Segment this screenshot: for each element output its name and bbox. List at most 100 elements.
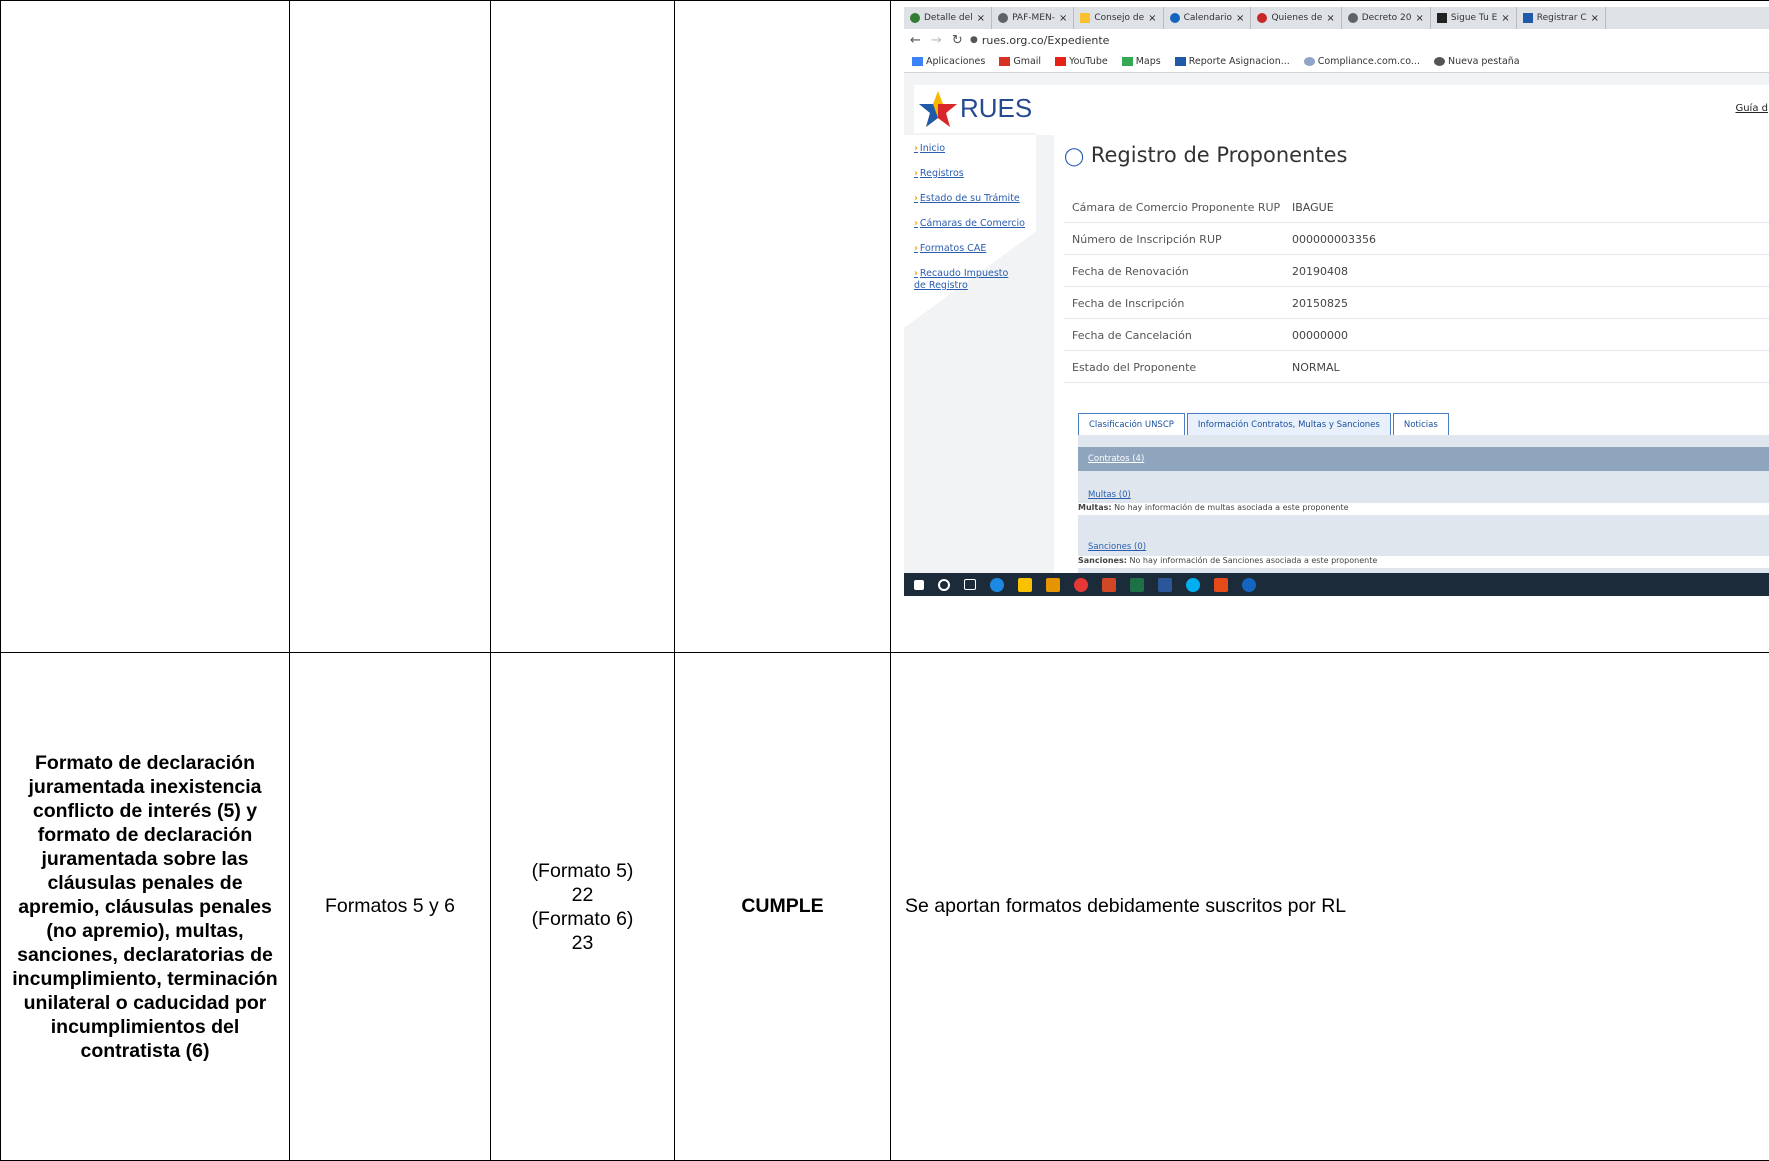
tab-content: Contratos (4) Multas (0) Multas: No hay … <box>1078 435 1769 575</box>
file-explorer-icon[interactable] <box>1018 578 1032 592</box>
chevron-right-icon: › <box>914 218 918 229</box>
bookmark-reporte[interactable]: Reporte Asignacion... <box>1175 56 1290 67</box>
chevron-right-icon: › <box>914 143 918 154</box>
browser-tab[interactable]: PAF-MEN-× <box>992 7 1074 29</box>
browser-tab[interactable]: Registrar C× <box>1517 7 1606 29</box>
field-row: Fecha de Cancelación00000000 <box>1064 319 1769 351</box>
bookmark-apps[interactable]: Aplicaciones <box>912 56 985 67</box>
back-icon[interactable]: ← <box>910 33 921 48</box>
status-cell: CUMPLE <box>675 653 891 1161</box>
excel-icon[interactable] <box>1130 578 1144 592</box>
menu-item-inicio[interactable]: ›Inicio <box>914 143 1025 168</box>
sanciones-link[interactable]: Sanciones (0) <box>1088 542 1146 552</box>
criterion-cell <box>1 1 290 653</box>
close-icon[interactable]: × <box>1326 13 1334 24</box>
powerpoint-icon[interactable] <box>1102 578 1116 592</box>
ie-icon[interactable] <box>1242 578 1256 592</box>
evaluation-table: Detalle del× PAF-MEN-× Consejo de× Calen… <box>0 0 1769 1161</box>
gmail-icon <box>999 57 1010 66</box>
field-row: Cámara de Comercio Proponente RUPIBAGUE <box>1064 191 1769 223</box>
menu-item-formatos[interactable]: ›Formatos CAE <box>914 243 1025 268</box>
chevron-right-icon: › <box>914 193 918 204</box>
menu-item-recaudo[interactable]: ›Recaudo Impuesto de Registro <box>914 268 1014 292</box>
reload-icon[interactable]: ↻ <box>952 33 963 48</box>
field-row: Fecha de Inscripción20150825 <box>1064 287 1769 319</box>
tab-contratos[interactable]: Información Contratos, Multas y Sancione… <box>1187 413 1391 437</box>
close-icon[interactable]: × <box>1416 13 1424 24</box>
chrome-icon[interactable] <box>1074 578 1088 592</box>
guide-link[interactable]: Guía d <box>1735 103 1768 114</box>
rues-star-icon <box>916 87 960 131</box>
menu-item-camaras[interactable]: ›Cámaras de Comercio <box>914 218 1025 243</box>
menu-item-estado[interactable]: ›Estado de su Trámite <box>914 193 1025 218</box>
browser-tab[interactable]: Calendario× <box>1164 7 1252 29</box>
observation-cell: Se aportan formatos debidamente suscrito… <box>891 653 1769 1161</box>
media-player-icon[interactable] <box>1214 578 1228 592</box>
close-icon[interactable]: × <box>977 13 985 24</box>
rues-site: RUES Guía d ›Inicio ›Registros ›Estado d… <box>904 73 1769 573</box>
youtube-icon <box>1055 57 1066 66</box>
documents-cell <box>290 1 491 653</box>
url-text[interactable]: rues.org.co/Expediente <box>982 34 1110 47</box>
apps-icon <box>912 57 923 66</box>
tab-favicon-icon <box>910 13 920 23</box>
contratos-bar <box>1078 447 1769 471</box>
bookmarks-bar: Aplicaciones Gmail YouTube Maps Reporte … <box>904 51 1769 73</box>
task-view-icon[interactable] <box>964 579 976 590</box>
browser-tab[interactable]: Quienes de× <box>1251 7 1341 29</box>
globe-icon <box>1434 57 1445 66</box>
tab-favicon-icon <box>1437 13 1447 23</box>
close-icon[interactable]: × <box>1591 13 1599 24</box>
word-icon[interactable] <box>1158 578 1172 592</box>
folio-cell: (Formato 5) 22 (Formato 6) 23 <box>491 653 675 1161</box>
bookmark-compliance[interactable]: Compliance.com.co... <box>1304 56 1420 67</box>
contratos-link[interactable]: Contratos (4) <box>1088 454 1144 464</box>
table-row: Formato de declaración juramentada inexi… <box>1 653 1769 1161</box>
reporte-icon <box>1175 57 1186 66</box>
folio-line: 23 <box>491 931 674 955</box>
evidence-cell: Detalle del× PAF-MEN-× Consejo de× Calen… <box>891 1 1769 653</box>
documents-cell: Formatos 5 y 6 <box>290 653 491 1161</box>
bookmark-youtube[interactable]: YouTube <box>1055 56 1108 67</box>
multas-link[interactable]: Multas (0) <box>1088 490 1131 500</box>
table-row: Detalle del× PAF-MEN-× Consejo de× Calen… <box>1 1 1769 653</box>
status-cell <box>675 1 891 653</box>
windows-start-icon[interactable] <box>914 580 924 590</box>
panel-tabs: Clasificación UNSCP Información Contrato… <box>1078 413 1449 437</box>
skype-icon[interactable] <box>1186 578 1200 592</box>
bookmark-gmail[interactable]: Gmail <box>999 56 1041 67</box>
tab-favicon-icon <box>1257 13 1267 23</box>
search-icon[interactable] <box>938 579 950 591</box>
folio-line: (Formato 5) <box>491 859 674 883</box>
page-title: ◯ Registro de Proponentes <box>1064 143 1348 167</box>
sanciones-note: Sanciones: No hay información de Sancion… <box>1078 556 1769 568</box>
close-icon[interactable]: × <box>1148 13 1156 24</box>
rues-logo[interactable]: RUES <box>914 85 1039 133</box>
site-menu: ›Inicio ›Registros ›Estado de su Trámite… <box>914 143 1025 292</box>
bookmark-maps[interactable]: Maps <box>1122 56 1161 67</box>
tab-favicon-icon <box>1080 13 1090 23</box>
browser-tab[interactable]: Decreto 20× <box>1342 7 1431 29</box>
browser-tab[interactable]: Sigue Tu E× <box>1431 7 1517 29</box>
tab-noticias[interactable]: Noticias <box>1393 413 1449 437</box>
edge-icon[interactable] <box>990 578 1004 592</box>
browser-tab[interactable]: Consejo de× <box>1074 7 1163 29</box>
maps-icon <box>1122 57 1133 66</box>
browser-tab[interactable]: Detalle del× <box>904 7 992 29</box>
close-icon[interactable]: × <box>1236 13 1244 24</box>
multas-note: Multas: No hay información de multas aso… <box>1078 503 1769 515</box>
tab-favicon-icon <box>1348 13 1358 23</box>
close-icon[interactable]: × <box>1059 13 1067 24</box>
folio-cell <box>491 1 675 653</box>
lock-icon: ● <box>970 35 978 45</box>
bookmark-newtab[interactable]: Nueva pestaña <box>1434 56 1520 67</box>
windows-taskbar <box>904 573 1769 596</box>
menu-item-registros[interactable]: ›Registros <box>914 168 1025 193</box>
field-row: Estado del ProponenteNORMAL <box>1064 351 1769 383</box>
tab-clasificacion[interactable]: Clasificación UNSCP <box>1078 413 1185 437</box>
forward-icon[interactable]: → <box>931 33 942 48</box>
browser-tabstrip: Detalle del× PAF-MEN-× Consejo de× Calen… <box>904 7 1769 29</box>
chevron-right-icon: › <box>914 243 918 254</box>
outlook-icon[interactable] <box>1046 578 1060 592</box>
close-icon[interactable]: × <box>1501 13 1509 24</box>
